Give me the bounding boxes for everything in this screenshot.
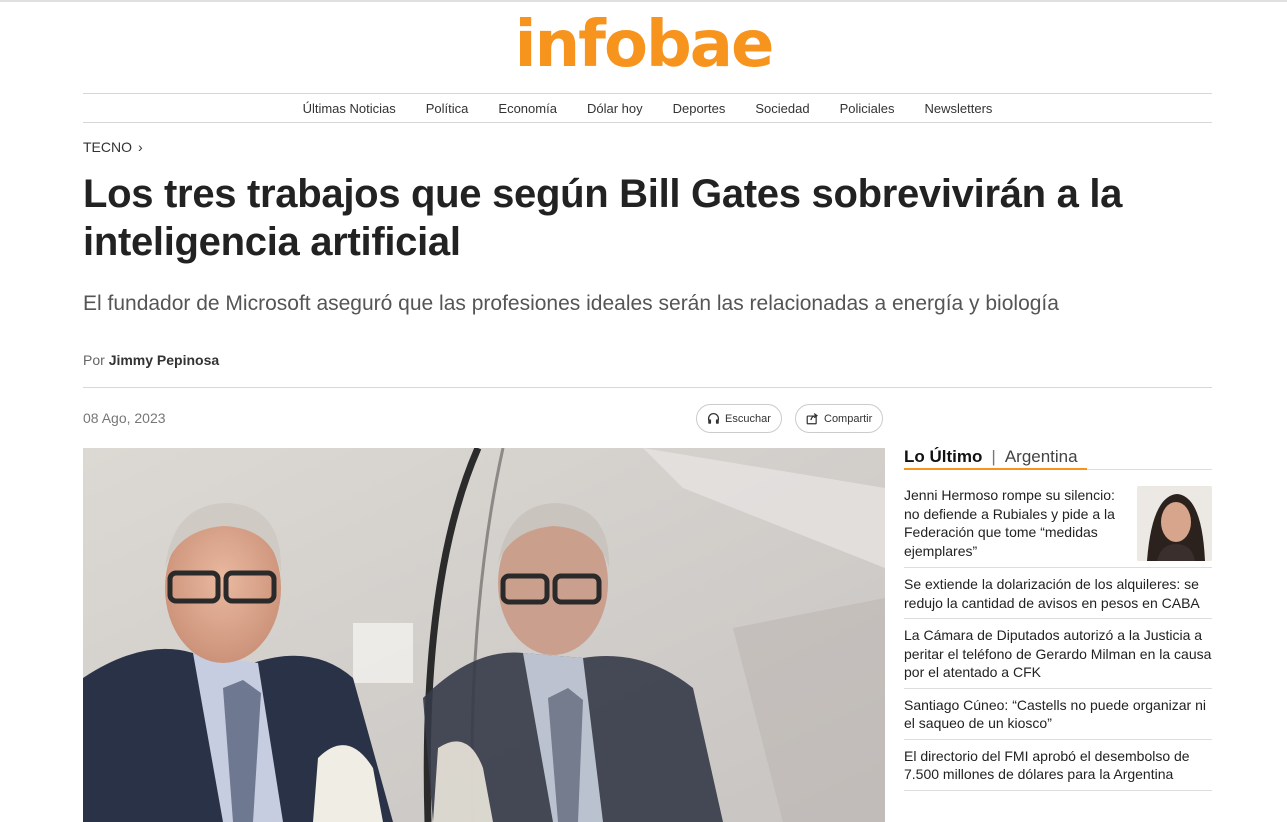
nav-deportes[interactable]: Deportes [673,101,726,116]
sidebar-news-title[interactable]: Se extiende la dolarización de los alqui… [904,576,1200,611]
nav-ultimas-noticias[interactable]: Últimas Noticias [303,101,396,116]
nav-dolar-hoy[interactable]: Dólar hoy [587,101,643,116]
sidebar-news-item[interactable]: Santiago Cúneo: “Castells no puede organ… [904,689,1212,740]
share-button[interactable]: Compartir [795,404,884,433]
nav-policiales[interactable]: Policiales [840,101,895,116]
jenni-hermoso-photo [1137,486,1212,561]
sidebar-news-item[interactable]: Jenni Hermoso rompe su silencio: no defi… [904,470,1212,568]
nav-newsletters[interactable]: Newsletters [924,101,992,116]
share-icon [806,413,819,425]
listen-button[interactable]: Escuchar [696,404,782,433]
sidebar-tab-lo-ultimo[interactable]: Lo Último [904,447,982,467]
article-subtitle: El fundador de Microsoft aseguró que las… [83,292,1059,315]
sidebar-news-title[interactable]: El directorio del FMI aprobó el desembol… [904,748,1190,783]
site-logo[interactable]: infobae [0,8,1287,82]
breadcrumb-section[interactable]: TECNO [83,139,132,155]
bill-gates-photo [83,448,885,822]
nav-sociedad[interactable]: Sociedad [755,101,809,116]
listen-label: Escuchar [725,412,771,425]
divider [83,387,1212,388]
sidebar-news-title[interactable]: La Cámara de Diputados autorizó a la Jus… [904,627,1211,680]
sidebar-news-item[interactable]: El directorio del FMI aprobó el desembol… [904,740,1212,791]
top-border [0,0,1287,2]
chevron-right-icon: › [138,139,143,155]
byline-prefix: Por [83,352,105,368]
author-link[interactable]: Jimmy Pepinosa [109,352,220,368]
byline: Por Jimmy Pepinosa [83,352,219,368]
latest-news-sidebar: Lo Último | Argentina Jenni Hermoso romp… [904,447,1212,791]
article-hero-image[interactable] [83,448,885,822]
sidebar-news-title[interactable]: Jenni Hermoso rompe su silencio: no defi… [904,486,1127,561]
article-headline: Los tres trabajos que según Bill Gates s… [83,172,1123,264]
sidebar-tab-argentina[interactable]: Argentina [1005,447,1078,467]
nav-economia[interactable]: Economía [498,101,557,116]
main-nav: Últimas Noticias Política Economía Dólar… [83,93,1212,123]
news-thumbnail[interactable] [1137,486,1212,561]
breadcrumb[interactable]: TECNO › [83,139,143,155]
sidebar-news-title[interactable]: Santiago Cúneo: “Castells no puede organ… [904,697,1206,732]
sidebar-news-item[interactable]: Se extiende la dolarización de los alqui… [904,568,1212,619]
nav-politica[interactable]: Política [426,101,469,116]
headphones-icon [707,413,720,424]
sidebar-separator: | [991,447,996,466]
share-label: Compartir [824,412,873,425]
sidebar-accent-bar [904,468,1087,470]
sidebar-header: Lo Último | Argentina [904,447,1212,470]
sidebar-news-item[interactable]: La Cámara de Diputados autorizó a la Jus… [904,619,1212,689]
publish-date: 08 Ago, 2023 [83,410,166,426]
